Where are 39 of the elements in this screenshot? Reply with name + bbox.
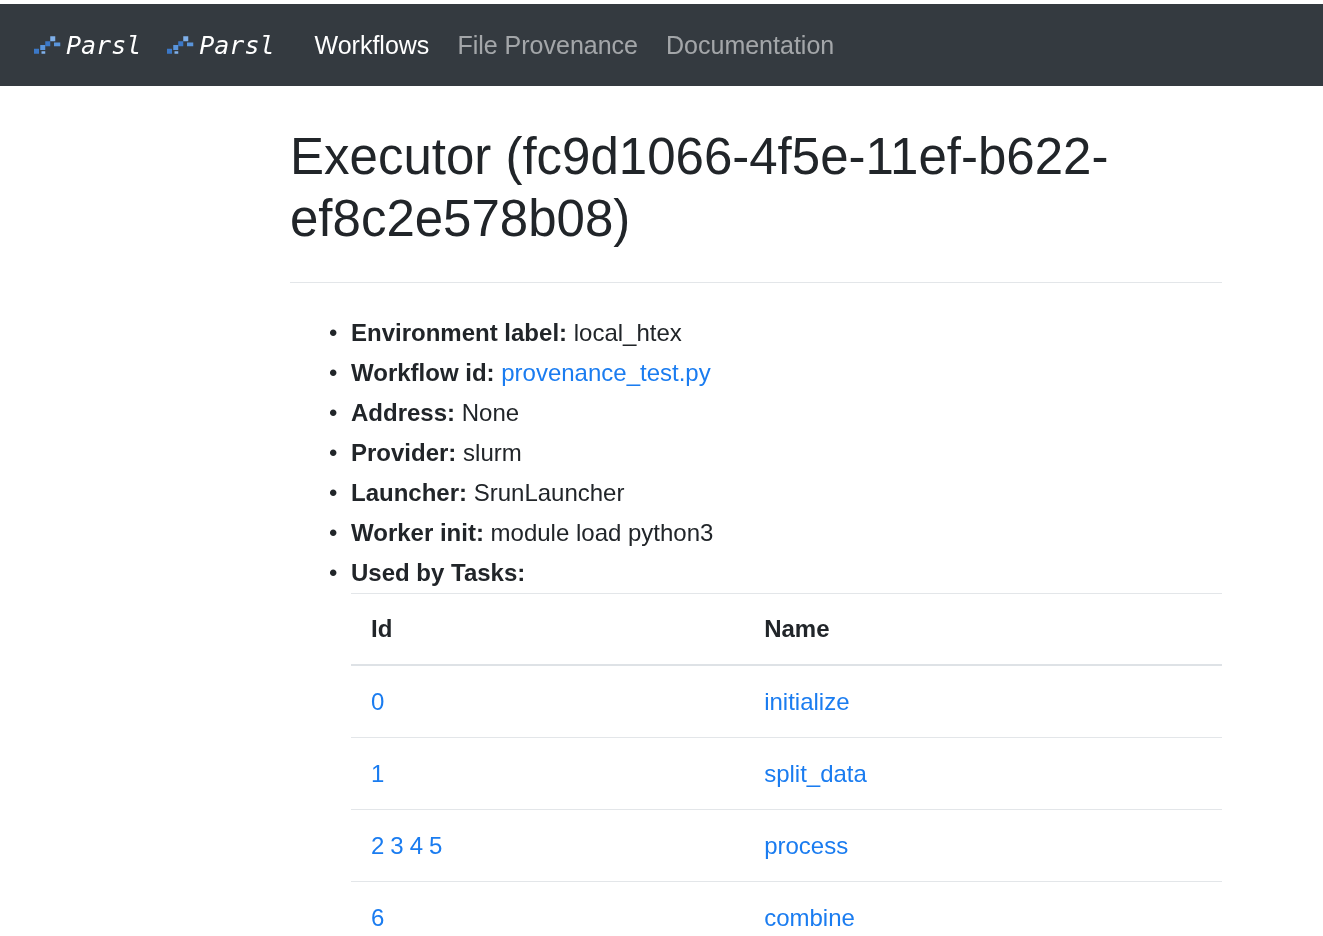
detail-value: module load python3 [490, 519, 714, 546]
nav-link[interactable]: File Provenance [457, 30, 639, 60]
task-name-link[interactable]: combine [764, 903, 855, 931]
bullet: • [329, 478, 338, 508]
detail-value: local_htex [573, 319, 682, 346]
task-id-link[interactable]: 1 [371, 759, 385, 787]
column-header: Id [371, 615, 393, 642]
page-title: Executor (fc9d1066-4f5e-11ef-b622-ef8c2e578b08) [290, 127, 1110, 249]
workflow-link[interactable]: provenance_test.py [501, 359, 711, 386]
bullet: • [329, 318, 338, 348]
task-name-link[interactable]: initialize [764, 687, 850, 715]
detail-label: Environment label: [351, 319, 568, 346]
column-header: Name [764, 615, 830, 642]
task-id-link[interactable]: 3 [390, 831, 404, 859]
detail-value: None [461, 399, 520, 426]
task-id-link[interactable]: 0 [371, 687, 385, 715]
detail-label: Address: [351, 399, 456, 426]
bullet: • [329, 398, 338, 428]
nav-link[interactable]: Documentation [666, 30, 835, 60]
detail-label: Workflow id: [351, 359, 495, 386]
detail-label: Launcher: [351, 479, 467, 506]
detail-value: slurm [463, 439, 522, 466]
brand-link[interactable]: Parsl [167, 30, 275, 60]
detail-label: Provider: [351, 439, 457, 466]
task-id-link[interactable]: 5 [429, 831, 443, 859]
detail-label: Worker init: [351, 519, 484, 546]
task-name-link[interactable]: process [764, 831, 849, 859]
bullet: • [329, 438, 338, 468]
nav-link[interactable]: Workflows [314, 30, 430, 60]
task-id-link[interactable]: 4 [409, 831, 424, 859]
task-id-link[interactable]: 6 [371, 903, 385, 931]
bullet: • [329, 518, 338, 548]
bullet: • [329, 558, 338, 588]
task-id-link[interactable]: 2 [371, 831, 385, 859]
detail-value: SrunLauncher [473, 479, 625, 506]
task-name-link[interactable]: split_data [764, 759, 867, 787]
brand-link[interactable]: Parsl [34, 30, 142, 60]
bullet: • [329, 358, 338, 388]
detail-label: Used by Tasks: [351, 559, 526, 586]
